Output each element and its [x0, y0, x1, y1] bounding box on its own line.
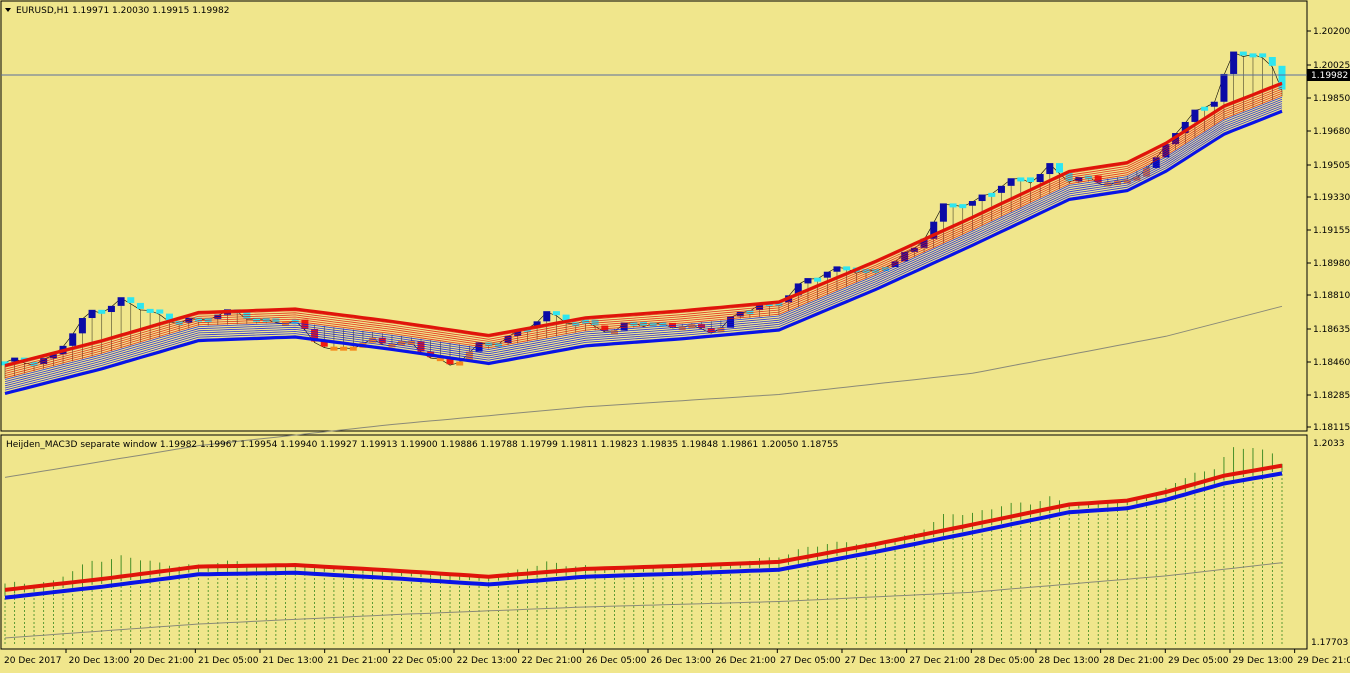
candle-body[interactable]: [959, 204, 967, 209]
price-axis-label: 1.18285: [1313, 391, 1350, 401]
time-axis-label: 29 Dec 21:00: [1297, 656, 1350, 666]
candle-body[interactable]: [127, 297, 135, 303]
candle-body[interactable]: [1239, 51, 1247, 56]
candle-body[interactable]: [968, 201, 976, 206]
price-axis-label: 1.18115: [1313, 423, 1350, 433]
candle-body[interactable]: [1259, 53, 1267, 58]
candle-body[interactable]: [949, 203, 957, 208]
candle-body[interactable]: [349, 346, 357, 351]
candle-body[interactable]: [543, 311, 551, 322]
candle-body[interactable]: [69, 333, 77, 346]
price-axis-label: 1.18635: [1313, 325, 1350, 335]
candle-body[interactable]: [78, 318, 86, 334]
candle-body[interactable]: [340, 346, 348, 351]
sub-y-bottom-label: 1.17703: [1311, 638, 1348, 648]
candle-body[interactable]: [1017, 177, 1025, 182]
time-axis-label: 20 Dec 13:00: [69, 656, 130, 666]
time-axis-label: 28 Dec 21:00: [1103, 656, 1164, 666]
candle-body[interactable]: [814, 277, 822, 282]
candle-body[interactable]: [1026, 177, 1034, 183]
time-axis-label: 28 Dec 13:00: [1039, 656, 1100, 666]
main-panel-title: EURUSD,H1 1.19971 1.20030 1.19915 1.1998…: [16, 6, 229, 16]
time-axis-label: 26 Dec 13:00: [651, 656, 712, 666]
candle-body[interactable]: [117, 297, 125, 306]
candle-body[interactable]: [1210, 101, 1218, 107]
time-axis-label: 21 Dec 21:00: [327, 656, 388, 666]
time-axis-label: 22 Dec 05:00: [392, 656, 453, 666]
price-axis-label: 1.18810: [1313, 291, 1350, 301]
time-axis-label: 22 Dec 21:00: [521, 656, 582, 666]
time-axis-label: 27 Dec 05:00: [780, 656, 841, 666]
candle-body[interactable]: [107, 305, 115, 313]
candle-body[interactable]: [997, 185, 1005, 193]
candle-body[interactable]: [823, 271, 831, 278]
sub-panel-title: Heijden_MAC3D separate window 1.19982 1.…: [6, 440, 838, 450]
price-axis-label: 1.19680: [1313, 127, 1350, 137]
price-axis-label: 1.19505: [1313, 161, 1350, 171]
time-axis-label: 20 Dec 21:00: [133, 656, 194, 666]
candle-body[interactable]: [1036, 174, 1044, 183]
candle-body[interactable]: [978, 194, 986, 202]
price-axis-label: 1.19330: [1313, 193, 1350, 203]
price-axis-label: 1.19850: [1313, 94, 1350, 104]
time-axis-label: 29 Dec 05:00: [1168, 656, 1229, 666]
candle-body[interactable]: [88, 309, 96, 319]
candle-body[interactable]: [1220, 73, 1228, 102]
candle-body[interactable]: [1055, 163, 1063, 173]
candle-body[interactable]: [156, 309, 164, 314]
candle-body[interactable]: [146, 308, 154, 313]
candle-body[interactable]: [1268, 57, 1276, 66]
price-axis-label: 1.20200: [1313, 27, 1350, 37]
candle-body[interactable]: [330, 346, 338, 351]
candle-body[interactable]: [1191, 109, 1199, 122]
time-axis-label: 26 Dec 21:00: [715, 656, 776, 666]
candle-body[interactable]: [456, 361, 464, 366]
time-axis-label: 20 Dec 2017: [4, 656, 62, 666]
candle-body[interactable]: [988, 192, 996, 197]
time-axis-label: 26 Dec 05:00: [586, 656, 647, 666]
chart-svg[interactable]: 1.202001.200251.198501.196801.195051.193…: [0, 0, 1350, 670]
candle-body[interactable]: [1007, 178, 1015, 186]
time-axis-label: 29 Dec 13:00: [1233, 656, 1294, 666]
candle-body[interactable]: [833, 266, 841, 272]
candle-body[interactable]: [1230, 51, 1238, 74]
bid-price-label: 1.19982: [1311, 71, 1348, 81]
candle-body[interactable]: [939, 203, 947, 222]
candle-body[interactable]: [136, 302, 144, 309]
time-axis-label: 22 Dec 13:00: [457, 656, 518, 666]
sub-y-top-label: 1.2033: [1313, 439, 1345, 449]
price-axis-label: 1.18980: [1313, 259, 1350, 269]
candle-body[interactable]: [1046, 163, 1054, 175]
candle-body[interactable]: [804, 278, 812, 284]
price-axis-label: 1.18460: [1313, 358, 1350, 368]
time-axis-label: 21 Dec 05:00: [198, 656, 259, 666]
candle-body[interactable]: [98, 309, 106, 314]
chart-window[interactable]: 1.20200 1.20025 1.19850 1.19680 1.19505 1.193…: [0, 0, 1350, 670]
time-axis-label: 21 Dec 13:00: [263, 656, 324, 666]
time-axis-label: 27 Dec 21:00: [909, 656, 970, 666]
time-axis-label: 27 Dec 13:00: [845, 656, 906, 666]
candle-body[interactable]: [552, 311, 560, 316]
candle-body[interactable]: [1201, 106, 1209, 111]
candle-body[interactable]: [1249, 53, 1257, 58]
price-axis-label: 1.19155: [1313, 226, 1350, 236]
candle-body[interactable]: [843, 266, 851, 271]
time-axis-label: 28 Dec 05:00: [974, 656, 1035, 666]
